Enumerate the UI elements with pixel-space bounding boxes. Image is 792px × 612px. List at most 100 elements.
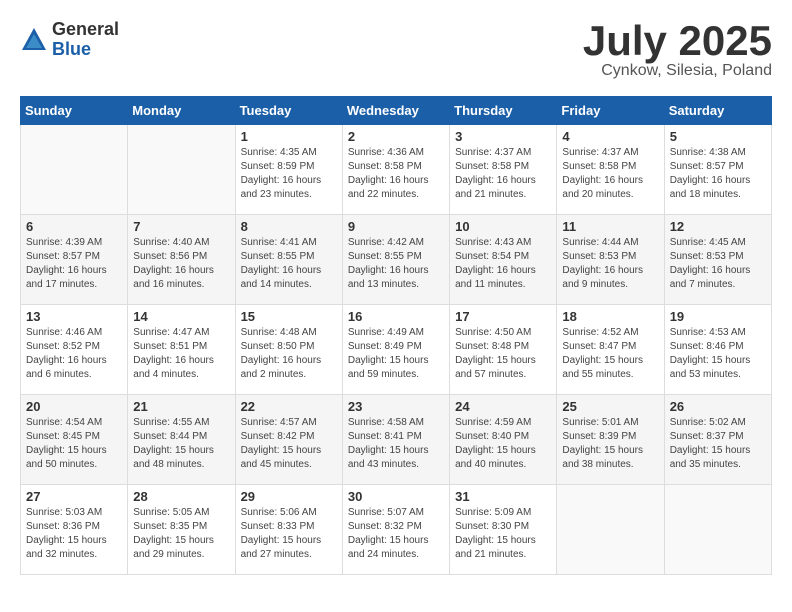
calendar-day-cell: 16 Sunrise: 4:49 AM Sunset: 8:49 PM Dayli…	[342, 305, 449, 395]
day-info: Sunrise: 4:43 AM Sunset: 8:54 PM Dayligh…	[455, 236, 551, 292]
day-info: Sunrise: 4:50 AM Sunset: 8:48 PM Dayligh…	[455, 326, 551, 382]
calendar-day-cell: 7 Sunrise: 4:40 AM Sunset: 8:56 PM Daylig…	[128, 215, 235, 305]
calendar-day-cell: 25Sunrise: 5:01 AM Sunset: 8:39 PM Dayli…	[557, 395, 664, 485]
day-info: Sunrise: 4:46 AM Sunset: 8:52 PM Dayligh…	[26, 326, 122, 382]
day-info: Sunrise: 4:37 AM Sunset: 8:58 PM Dayligh…	[455, 146, 551, 202]
logo-general: General	[52, 20, 119, 40]
calendar-day-header: Thursday	[450, 97, 557, 125]
calendar-day-cell	[128, 125, 235, 215]
day-info: Sunrise: 4:53 AM Sunset: 8:46 PM Dayligh…	[670, 326, 766, 382]
calendar-day-header: Sunday	[21, 97, 128, 125]
day-info: Sunrise: 4:52 AM Sunset: 8:47 PM Dayligh…	[562, 326, 658, 382]
day-number: 5	[670, 129, 766, 144]
day-info: Sunrise: 4:54 AM Sunset: 8:45 PM Dayligh…	[26, 416, 122, 472]
day-info: Sunrise: 4:42 AM Sunset: 8:55 PM Dayligh…	[348, 236, 444, 292]
calendar-table: SundayMondayTuesdayWednesdayThursdayFrid…	[20, 96, 772, 575]
calendar-day-cell: 29Sunrise: 5:06 AM Sunset: 8:33 PM Dayli…	[235, 485, 342, 575]
calendar-day-cell: 27Sunrise: 5:03 AM Sunset: 8:36 PM Dayli…	[21, 485, 128, 575]
logo-icon	[20, 26, 48, 54]
calendar-day-cell: 22 Sunrise: 4:57 AM Sunset: 8:42 PM Dayli…	[235, 395, 342, 485]
day-info: Sunrise: 4:55 AM Sunset: 8:44 PM Dayligh…	[133, 416, 229, 472]
day-number: 14	[133, 309, 229, 324]
calendar-day-cell: 2 Sunrise: 4:36 AM Sunset: 8:58 PM Daylig…	[342, 125, 449, 215]
calendar-day-cell	[21, 125, 128, 215]
calendar-day-cell: 8 Sunrise: 4:41 AM Sunset: 8:55 PM Daylig…	[235, 215, 342, 305]
calendar-day-cell: 12 Sunrise: 4:45 AM Sunset: 8:53 PM Dayli…	[664, 215, 771, 305]
calendar-day-cell: 24 Sunrise: 4:59 AM Sunset: 8:40 PM Dayli…	[450, 395, 557, 485]
day-number: 16	[348, 309, 444, 324]
day-info: Sunrise: 4:58 AM Sunset: 8:41 PM Dayligh…	[348, 416, 444, 472]
calendar-day-cell: 30Sunrise: 5:07 AM Sunset: 8:32 PM Dayli…	[342, 485, 449, 575]
calendar-day-cell: 11 Sunrise: 4:44 AM Sunset: 8:53 PM Dayli…	[557, 215, 664, 305]
day-info: Sunrise: 4:49 AM Sunset: 8:49 PM Dayligh…	[348, 326, 444, 382]
day-number: 17	[455, 309, 551, 324]
calendar-day-cell: 9 Sunrise: 4:42 AM Sunset: 8:55 PM Daylig…	[342, 215, 449, 305]
day-number: 18	[562, 309, 658, 324]
calendar-day-cell: 28Sunrise: 5:05 AM Sunset: 8:35 PM Dayli…	[128, 485, 235, 575]
day-number: 21	[133, 399, 229, 414]
day-number: 10	[455, 219, 551, 234]
day-info: Sunrise: 4:59 AM Sunset: 8:40 PM Dayligh…	[455, 416, 551, 472]
day-number: 24	[455, 399, 551, 414]
day-number: 4	[562, 129, 658, 144]
day-number: 23	[348, 399, 444, 414]
day-info: Sunrise: 4:48 AM Sunset: 8:50 PM Dayligh…	[241, 326, 337, 382]
day-info: Sunrise: 4:38 AM Sunset: 8:57 PM Dayligh…	[670, 146, 766, 202]
day-info: Sunrise: 4:35 AM Sunset: 8:59 PM Dayligh…	[241, 146, 337, 202]
day-number: 2	[348, 129, 444, 144]
day-info: Sunrise: 4:45 AM Sunset: 8:53 PM Dayligh…	[670, 236, 766, 292]
day-number: 8	[241, 219, 337, 234]
day-info: Sunrise: 5:09 AM Sunset: 8:30 PM Dayligh…	[455, 506, 551, 562]
day-info: Sunrise: 4:44 AM Sunset: 8:53 PM Dayligh…	[562, 236, 658, 292]
calendar-day-cell: 18 Sunrise: 4:52 AM Sunset: 8:47 PM Dayli…	[557, 305, 664, 395]
logo: General Blue	[20, 20, 119, 60]
day-info: Sunrise: 4:39 AM Sunset: 8:57 PM Dayligh…	[26, 236, 122, 292]
day-info: Sunrise: 5:07 AM Sunset: 8:32 PM Dayligh…	[348, 506, 444, 562]
day-number: 3	[455, 129, 551, 144]
calendar-day-cell: 13Sunrise: 4:46 AM Sunset: 8:52 PM Dayli…	[21, 305, 128, 395]
calendar-day-cell: 15Sunrise: 4:48 AM Sunset: 8:50 PM Dayli…	[235, 305, 342, 395]
day-info: Sunrise: 4:47 AM Sunset: 8:51 PM Dayligh…	[133, 326, 229, 382]
day-info: Sunrise: 5:03 AM Sunset: 8:36 PM Dayligh…	[26, 506, 122, 562]
day-number: 20	[26, 399, 122, 414]
day-info: Sunrise: 4:37 AM Sunset: 8:58 PM Dayligh…	[562, 146, 658, 202]
day-number: 7	[133, 219, 229, 234]
calendar-day-cell: 20 Sunrise: 4:54 AM Sunset: 8:45 PM Dayli…	[21, 395, 128, 485]
day-info: Sunrise: 5:02 AM Sunset: 8:37 PM Dayligh…	[670, 416, 766, 472]
day-number: 25	[562, 399, 658, 414]
day-number: 11	[562, 219, 658, 234]
calendar-week-row: 1Sunrise: 4:35 AM Sunset: 8:59 PM Daylig…	[21, 125, 772, 215]
page-header: General Blue July 2025 Cynkow, Silesia, …	[20, 20, 772, 80]
calendar-day-cell: 5 Sunrise: 4:38 AM Sunset: 8:57 PM Daylig…	[664, 125, 771, 215]
day-number: 6	[26, 219, 122, 234]
day-number: 22	[241, 399, 337, 414]
day-info: Sunrise: 4:36 AM Sunset: 8:58 PM Dayligh…	[348, 146, 444, 202]
calendar-week-row: 27Sunrise: 5:03 AM Sunset: 8:36 PM Dayli…	[21, 485, 772, 575]
day-info: Sunrise: 4:57 AM Sunset: 8:42 PM Dayligh…	[241, 416, 337, 472]
calendar-day-cell: 1Sunrise: 4:35 AM Sunset: 8:59 PM Daylig…	[235, 125, 342, 215]
logo-blue: Blue	[52, 40, 119, 60]
calendar-day-header: Monday	[128, 97, 235, 125]
calendar-day-cell: 10 Sunrise: 4:43 AM Sunset: 8:54 PM Dayli…	[450, 215, 557, 305]
day-number: 28	[133, 489, 229, 504]
calendar-day-header: Tuesday	[235, 97, 342, 125]
calendar-day-cell: 19Sunrise: 4:53 AM Sunset: 8:46 PM Dayli…	[664, 305, 771, 395]
calendar-day-cell	[557, 485, 664, 575]
month-title: July 2025	[583, 20, 772, 62]
calendar-day-header: Saturday	[664, 97, 771, 125]
day-info: Sunrise: 4:41 AM Sunset: 8:55 PM Dayligh…	[241, 236, 337, 292]
calendar-week-row: 13Sunrise: 4:46 AM Sunset: 8:52 PM Dayli…	[21, 305, 772, 395]
day-info: Sunrise: 4:40 AM Sunset: 8:56 PM Dayligh…	[133, 236, 229, 292]
title-area: July 2025 Cynkow, Silesia, Poland	[583, 20, 772, 80]
calendar-day-cell: 14 Sunrise: 4:47 AM Sunset: 8:51 PM Dayli…	[128, 305, 235, 395]
day-info: Sunrise: 5:06 AM Sunset: 8:33 PM Dayligh…	[241, 506, 337, 562]
calendar-day-cell: 23 Sunrise: 4:58 AM Sunset: 8:41 PM Dayli…	[342, 395, 449, 485]
calendar-day-cell	[664, 485, 771, 575]
calendar-header-row: SundayMondayTuesdayWednesdayThursdayFrid…	[21, 97, 772, 125]
calendar-day-cell: 4 Sunrise: 4:37 AM Sunset: 8:58 PM Daylig…	[557, 125, 664, 215]
calendar-day-cell: 21 Sunrise: 4:55 AM Sunset: 8:44 PM Dayli…	[128, 395, 235, 485]
logo-text: General Blue	[52, 20, 119, 60]
location-subtitle: Cynkow, Silesia, Poland	[583, 62, 772, 80]
day-number: 9	[348, 219, 444, 234]
day-number: 12	[670, 219, 766, 234]
